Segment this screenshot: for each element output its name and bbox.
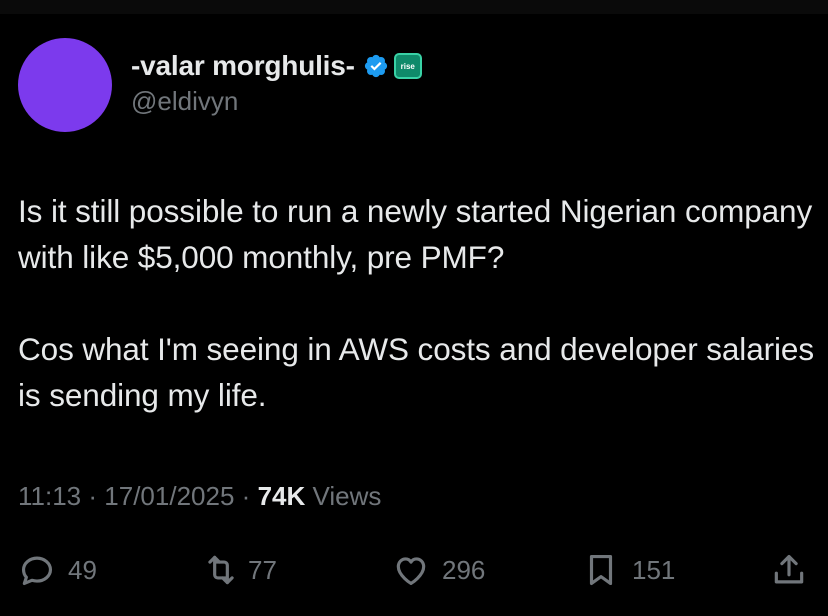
meta-separator: · [241,481,251,511]
views-label: Views [312,481,382,511]
retweet-icon [208,555,234,585]
tweet-paragraph: Is it still possible to run a newly star… [18,193,813,275]
reply-count: 49 [68,554,97,585]
action-bar: 49 77 296 151 [0,545,828,595]
tweet-meta: 11:13 · 17/01/2025 · 74K Views [18,481,381,512]
affiliate-badge-icon[interactable]: rise [393,53,422,79]
bookmark-icon [589,554,613,586]
verified-badge-icon[interactable] [363,53,389,79]
tweet-paragraph: Cos what I'm seeing in AWS costs and dev… [18,331,814,413]
author-name-row: -valar morghulis- rise [131,46,422,86]
author-handle[interactable]: @eldivyn [131,86,238,117]
reply-button[interactable]: 49 [18,545,97,595]
meta-separator: · [88,481,98,511]
retweet-count: 77 [248,554,277,585]
tweet-body: Is it still possible to run a newly star… [18,188,818,464]
top-strip [0,0,828,14]
like-button[interactable]: 296 [392,545,485,595]
share-icon [774,554,804,584]
views-count: 74K [257,481,306,511]
tweet-date[interactable]: 17/01/2025 [104,481,234,511]
like-count: 296 [442,554,486,585]
share-button[interactable] [770,545,808,595]
heart-icon [396,557,426,586]
bookmark-count: 151 [632,554,676,585]
tweet-time[interactable]: 11:13 [18,481,81,511]
reply-icon [21,556,53,586]
retweet-button[interactable]: 77 [202,545,277,595]
bookmark-button[interactable]: 151 [582,545,675,595]
affiliate-badge-text: rise [400,61,415,71]
avatar[interactable] [18,38,112,132]
display-name[interactable]: -valar morghulis- [131,50,355,82]
